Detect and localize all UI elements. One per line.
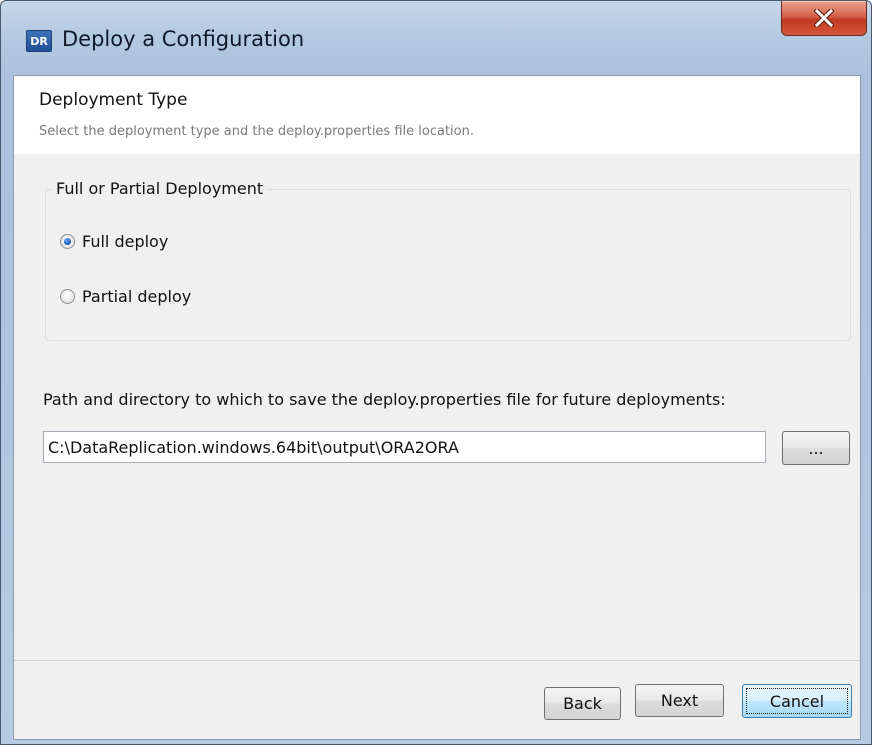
page-subtitle: Select the deployment type and the deplo… [39, 124, 474, 139]
browse-button[interactable]: ... [782, 431, 850, 465]
page-title: Deployment Type [39, 90, 188, 110]
dr-app-icon: DR [26, 30, 52, 52]
path-input[interactable] [43, 431, 766, 463]
wizard-header: Deployment Type Select the deployment ty… [14, 76, 860, 154]
dialog-client-area: Deployment Type Select the deployment ty… [13, 75, 861, 740]
back-button[interactable]: Back [544, 687, 621, 720]
partial-deploy-label[interactable]: Partial deploy [82, 287, 191, 306]
deployment-type-groupbox [45, 189, 851, 341]
close-icon [814, 9, 834, 27]
dialog-window: DR Deploy a Configuration Deployment Typ… [0, 0, 872, 745]
full-deploy-radio[interactable]: Full deploy [60, 232, 168, 251]
cancel-button[interactable]: Cancel [742, 684, 852, 718]
app-icon-label: DR [30, 34, 48, 48]
footer-divider [14, 660, 860, 661]
focus-rectangle [746, 688, 848, 714]
groupbox-legend: Full or Partial Deployment [52, 179, 268, 198]
radio-selected-icon[interactable] [60, 234, 75, 249]
full-deploy-label[interactable]: Full deploy [82, 232, 168, 251]
next-button[interactable]: Next [635, 684, 724, 717]
window-title: Deploy a Configuration [62, 27, 305, 51]
title-bar[interactable]: DR Deploy a Configuration [1, 1, 871, 75]
close-button[interactable] [781, 1, 867, 36]
path-label: Path and directory to which to save the … [43, 390, 726, 409]
partial-deploy-radio[interactable]: Partial deploy [60, 287, 191, 306]
radio-unselected-icon[interactable] [60, 289, 75, 304]
